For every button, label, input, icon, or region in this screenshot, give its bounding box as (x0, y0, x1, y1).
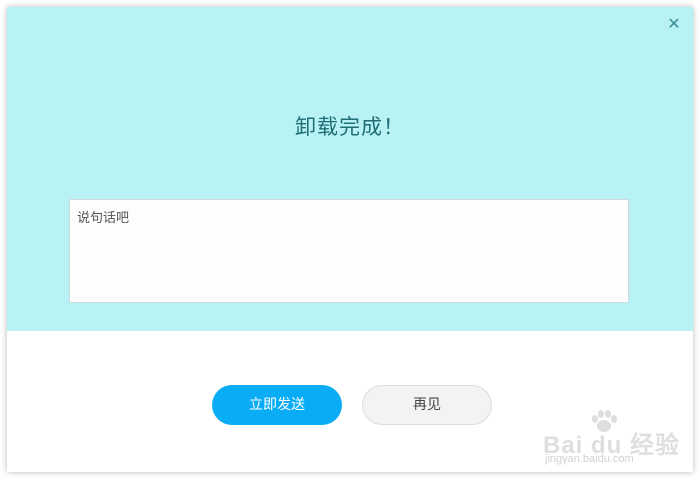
close-icon[interactable]: ✕ (665, 15, 683, 33)
feedback-input[interactable] (69, 199, 629, 303)
top-panel: ✕ 卸载完成！ (7, 7, 693, 331)
goodbye-button[interactable]: 再见 (362, 385, 492, 425)
watermark-brand: Bai du 经验 (543, 432, 681, 459)
baidu-jingyan-watermark: Bai du 经验 jingyan.baidu.com (541, 407, 691, 467)
dialog-title: 卸载完成！ (295, 115, 405, 139)
baidu-paw-icon (592, 410, 617, 432)
send-now-button[interactable]: 立即发送 (212, 385, 342, 425)
watermark-url: jingyan.baidu.com (545, 453, 634, 465)
uninstall-complete-dialog: ✕ 卸载完成！ 立即发送 再见 Bai du 经验 jingyan.baidu.… (7, 7, 693, 472)
